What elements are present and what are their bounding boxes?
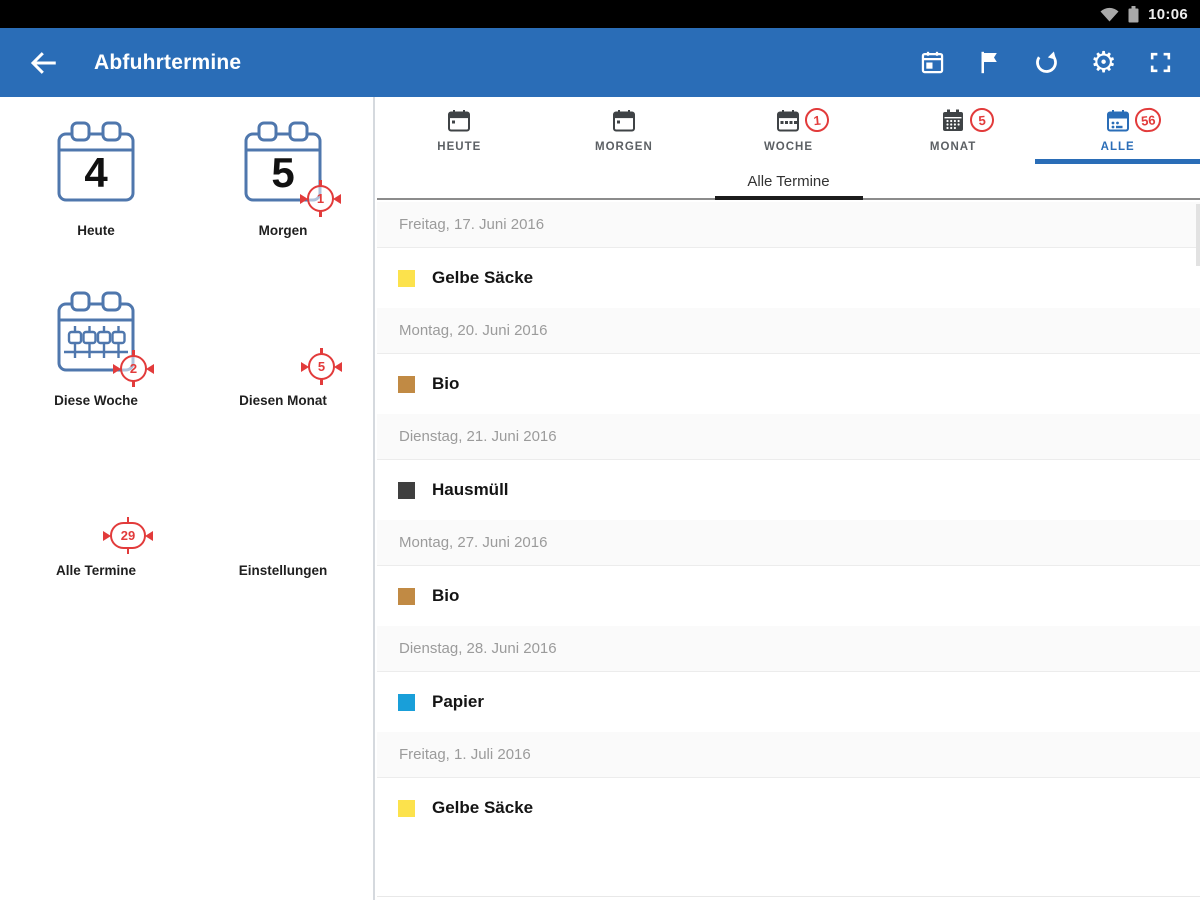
list-item[interactable]: Hausmüll [377,460,1200,520]
category-color-swatch [398,269,415,287]
list-item-label: Gelbe Säcke [432,268,534,287]
tab-label: WOCHE [763,141,814,153]
tab-label: MORGEN [595,141,653,153]
settings-icon[interactable]: ⚙ [1090,48,1117,77]
sidebar-item-heute[interactable]: 4 Heute [16,118,176,240]
count-badge: 5 [969,106,996,134]
calendar-outline-icon [448,110,471,132]
sidebar-item-diese-woche[interactable]: 2 Diese Woche [16,288,176,410]
status-time: 10:06 [1148,5,1188,23]
count-badge: 5 [301,348,342,385]
tab-monat[interactable]: MONAT 5 [871,97,1036,164]
category-color-swatch [398,587,415,605]
sidebar-item-alle-termine[interactable]: 29 Alle Termine [16,458,176,580]
count-badge: 29 [103,517,153,554]
sidebar-item-morgen[interactable]: 5 1 Morgen [203,118,363,240]
wifi-icon [1100,6,1119,22]
list-group: Dienstag, 21. Juni 2016 Hausmüll [377,414,1200,520]
date-header: Freitag, 17. Juni 2016 [377,202,1200,248]
page-title: Abfuhrtermine [94,50,242,74]
arrow-back-icon[interactable] [28,48,58,78]
list-group: Montag, 27. Juni 2016 Bio [377,520,1200,626]
list-item-label: Gelbe Säcke [432,798,534,817]
status-bar: 10:06 [0,0,1200,28]
content-area: 4 Heute 5 1 Morgen 2 Diese Woche 5 Diese… [0,97,1200,900]
list-item[interactable]: Gelbe Säcke [377,248,1200,308]
list-item[interactable]: Papier [377,672,1200,732]
sidebar-item-label: Diese Woche [54,393,138,408]
sidebar-item-label: Heute [77,223,115,238]
category-color-swatch [398,693,415,711]
category-color-swatch [398,481,415,499]
sidebar-item-label: Alle Termine [55,563,137,578]
list-group: Freitag, 17. Juni 2016 Gelbe Säcke [377,202,1200,308]
date-header: Dienstag, 28. Juni 2016 [377,626,1200,672]
list-group: Montag, 20. Juni 2016 Bio [377,308,1200,414]
list-item-label: Bio [432,586,460,605]
fullscreen-icon[interactable] [1147,49,1174,76]
calendar-outline-icon [612,110,635,132]
list-group: Freitag, 1. Juli 2016 Gelbe Säcke [377,732,1200,838]
tab-morgen[interactable]: MORGEN [542,97,707,164]
tab-woche[interactable]: WOCHE 1 [706,97,871,164]
sidebar-item-label: Morgen [258,223,308,238]
list-item[interactable]: Bio [377,354,1200,414]
pager-title-label: Alle Termine [747,172,830,190]
list-item-label: Bio [432,374,460,393]
sidebar: 4 Heute 5 1 Morgen 2 Diese Woche 5 Diese… [0,97,375,900]
sidebar-item-label: Einstellungen [238,563,328,578]
category-color-swatch [398,799,415,817]
bottom-divider [377,896,1200,897]
tab-bar: HEUTE MORGEN WOCHE 1 MONAT 5 ALLE 56 [377,97,1200,164]
date-header: Montag, 20. Juni 2016 [377,308,1200,354]
main-panel: HEUTE MORGEN WOCHE 1 MONAT 5 ALLE 56 All… [377,97,1200,900]
pager-title-underline [714,196,863,200]
list-item-label: Papier [432,692,484,711]
list-item[interactable]: Bio [377,566,1200,626]
count-badge: 56 [1133,106,1163,134]
pager-title[interactable]: Alle Termine [377,164,1200,200]
list-group: Dienstag, 28. Juni 2016 Papier [377,626,1200,732]
date-header: Montag, 27. Juni 2016 [377,520,1200,566]
tab-label: HEUTE [437,141,482,153]
sidebar-item-label: Diesen Monat [239,393,327,408]
date-range-icon[interactable] [919,49,946,76]
sidebar-item-einstellungen[interactable]: Einstellungen [203,458,363,580]
termine-list: Freitag, 17. Juni 2016 Gelbe Säcke Monta… [377,202,1200,900]
date-header: Dienstag, 21. Juni 2016 [377,414,1200,460]
refresh-icon[interactable] [1033,49,1060,76]
date-header: Freitag, 1. Juli 2016 [377,732,1200,778]
calendar-day-icon: 4 [57,121,135,202]
count-badge: 2 [113,350,154,387]
sidebar-item-diesen-monat[interactable]: 5 Diesen Monat [203,288,363,410]
battery-icon [1128,5,1139,23]
calendar-week-icon [777,110,800,132]
abfuhrtermine-app: 10:06 Abfuhrtermine ⚙ 4 Heute 5 1 Morgen… [0,0,1200,900]
day-number: 4 [84,149,108,196]
tab-alle[interactable]: ALLE 56 [1035,97,1200,164]
tab-label: MONAT [929,141,977,153]
count-badge: 1 [300,180,341,217]
day-number: 5 [271,149,294,196]
scrollbar-thumb[interactable] [1196,204,1200,266]
calendar-all-icon [1106,110,1129,132]
tab-heute[interactable]: HEUTE [377,97,542,164]
list-item[interactable]: Gelbe Säcke [377,778,1200,838]
calendar-month-icon [943,109,964,131]
count-badge: 1 [804,106,831,134]
flag-icon[interactable] [976,49,1003,76]
app-bar: Abfuhrtermine ⚙ [0,28,1200,97]
tab-label: ALLE [1100,141,1135,153]
category-color-swatch [398,375,415,393]
app-bar-actions: ⚙ [919,48,1200,77]
list-item-label: Hausmüll [432,480,509,499]
